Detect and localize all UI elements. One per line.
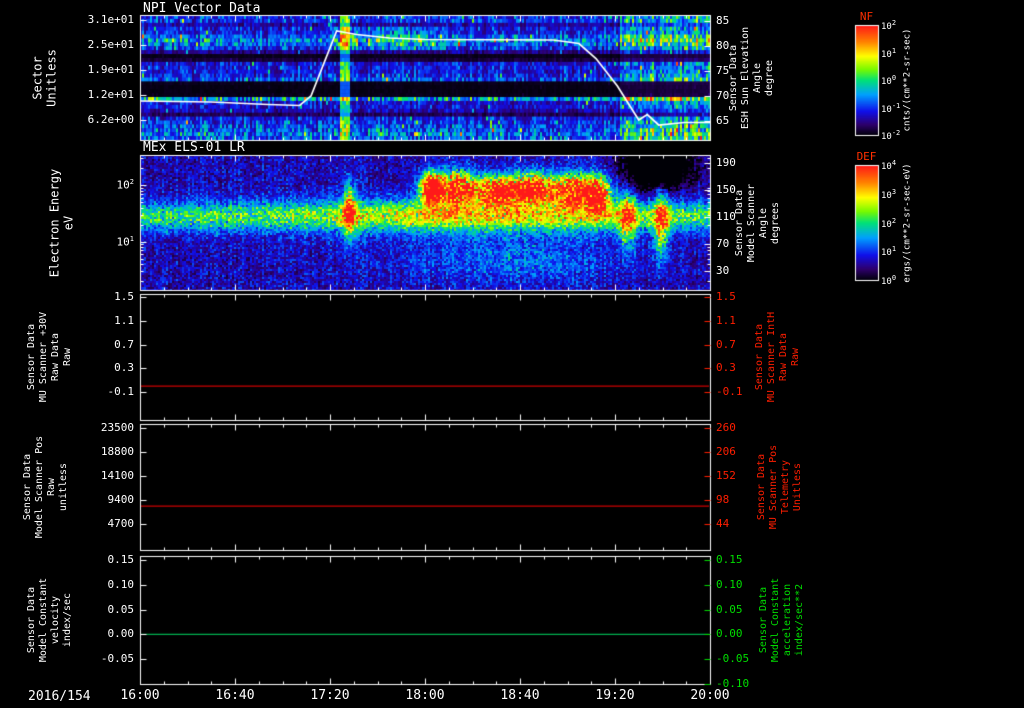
y-tick-label-right: 150	[716, 183, 736, 197]
y-tick-label-right: 1.5	[716, 289, 736, 303]
x-tick-label: 18:00	[405, 688, 445, 703]
colorbar-tick-label: 100	[881, 74, 897, 87]
y-tick-label-right: 190	[716, 156, 736, 170]
y-axis-label-right: Sensor Data MU Scanner Pos Telemetry Unitle…	[756, 444, 803, 530]
y-axis-label-right: Sensor Data Model Scanner Angle degrees	[734, 183, 781, 262]
x-axis-date-label: 2016/154	[28, 689, 91, 704]
y-axis-label-left: Sector Unitless	[30, 48, 59, 107]
plot-canvas	[0, 0, 1024, 708]
y-axis-label-left: Sensor Data Model Constant velocity index/s…	[26, 577, 73, 663]
y-tick-label-right: 30	[716, 264, 730, 278]
colorbar-tick-label: 104	[881, 159, 897, 172]
x-tick-label: 17:20	[310, 688, 350, 703]
y-tick-label-right: 70	[716, 237, 730, 251]
y-tick-label-right: 260	[716, 421, 736, 434]
y-tick-label-right: 0.3	[716, 361, 736, 375]
y-tick-label-right: 0.15	[716, 552, 743, 566]
colorbar-tick-label: 100	[881, 274, 897, 287]
y-tick-label-right: 152	[716, 469, 736, 482]
y-tick-label-right: 1.1	[716, 313, 736, 327]
y-axis-label-right: Sensor Data Model Constant acceleration ind…	[758, 577, 805, 663]
colorbar-tick-label: 103	[881, 187, 897, 201]
panel2-title: MEx ELS-01 LR	[143, 140, 245, 155]
y-tick-label-left: 1.5	[114, 289, 134, 303]
x-tick-label: 20:00	[690, 688, 730, 703]
y-tick-label-right: -0.05	[716, 652, 750, 666]
y-tick-label-right: 0.7	[716, 337, 736, 351]
y-tick-label-right: 44	[716, 517, 730, 530]
colorbar-tick-label: 102	[881, 19, 897, 32]
y-tick-label-left: 0.15	[107, 552, 135, 566]
y-tick-label-right: 85	[716, 14, 730, 27]
y-tick-label-right: -0.1	[716, 385, 743, 399]
y-tick-label-right: 0.10	[716, 577, 743, 591]
x-tick-label: 16:00	[120, 688, 160, 703]
y-axis-label-left: Electron Energy eV	[47, 168, 76, 277]
colorbar-unit-label: cnts/(cm**2-sr-sec)	[902, 28, 913, 132]
y-tick-label-right: 0.05	[716, 602, 743, 616]
x-tick-label: 19:20	[595, 688, 635, 703]
panel1-title: NPI Vector Data	[143, 1, 261, 16]
colorbar-tick-label: 101	[881, 245, 897, 259]
y-tick-label-right: 110	[716, 210, 736, 224]
colorbar-tick-label: 101	[881, 46, 897, 60]
colorbar-tick-label: 10-1	[881, 101, 901, 115]
y-tick-label-right: 98	[716, 493, 730, 506]
colorbar-tick-label: 10-2	[881, 129, 901, 142]
y-tick-label-left: 3.1e+01	[87, 13, 134, 27]
y-tick-label-left: 6.2e+00	[87, 112, 134, 126]
x-tick-label: 18:40	[500, 688, 540, 703]
y-axis-label-left: Sensor Data MU Scanner +30V Raw Data Raw	[26, 311, 73, 403]
multi-panel-plot-figure: NPI Vector Data MEx ELS-01 LR 2016/154 3…	[0, 0, 1024, 708]
y-axis-label-left: Sensor Data Model Scanner Pos Raw unitless	[22, 435, 69, 539]
colorbar-tick-label: 102	[881, 216, 897, 230]
x-tick-label: 16:40	[215, 688, 255, 703]
y-tick-label-right: 0.00	[716, 627, 743, 641]
y-axis-label-right: Sensor Data MU Scanner IntH Raw Data Raw	[754, 311, 801, 403]
y-tick-label-left: 23500	[100, 421, 134, 435]
colorbar-unit-label: ergs/(cm**2-sr-sec-eV)	[902, 162, 913, 283]
y-axis-label-right: Sensor Data ESH Sun Elevation Angle degree	[728, 26, 775, 129]
y-tick-label-right: 206	[716, 445, 736, 458]
